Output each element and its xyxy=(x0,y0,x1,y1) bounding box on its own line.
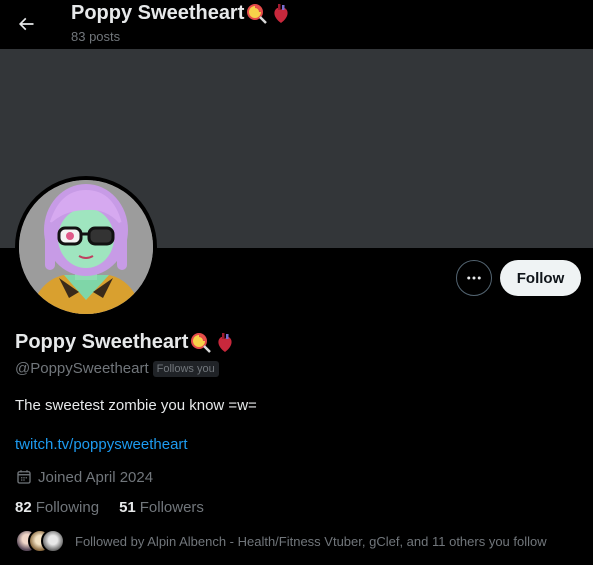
top-bar: Poppy Sweetheart 83 posts xyxy=(0,0,593,49)
followed-by-avatars xyxy=(15,529,65,553)
header-name: Poppy Sweetheart xyxy=(71,2,245,24)
more-horizontal-icon xyxy=(467,276,481,280)
following-count: 82 xyxy=(15,499,32,516)
following-label: Following xyxy=(35,499,100,516)
follows-you-badge: Follows you xyxy=(152,360,219,377)
avatar-illustration xyxy=(19,180,153,314)
follow-stats: 82 Following 51 Followers xyxy=(15,499,204,516)
back-button[interactable] xyxy=(10,8,42,40)
profile-avatar[interactable] xyxy=(15,176,157,318)
follow-button[interactable]: Follow xyxy=(500,260,581,296)
followers-count: 51 xyxy=(119,499,136,516)
join-date-text: Joined April 2024 xyxy=(38,468,154,486)
followed-by-text: Followed by Alpin Albench - Health/Fitne… xyxy=(75,533,547,549)
profile-link[interactable]: twitch.tv/poppysweetheart xyxy=(15,436,188,453)
display-name-text: Poppy Sweetheart xyxy=(15,331,189,353)
more-options-button[interactable] xyxy=(456,260,492,296)
header-title: Poppy Sweetheart xyxy=(71,2,292,25)
calendar-icon xyxy=(17,470,31,484)
user-handle: @PoppySweetheart xyxy=(15,360,149,377)
follower-avatar xyxy=(41,529,65,553)
anatomical-heart-emoji-icon xyxy=(218,332,232,352)
followers-label: Followers xyxy=(139,499,204,516)
followed-by-row[interactable]: Followed by Alpin Albench - Health/Fitne… xyxy=(15,529,547,553)
following-link[interactable]: 82 Following xyxy=(15,499,99,516)
join-date: Joined April 2024 xyxy=(15,468,153,486)
display-name: Poppy Sweetheart xyxy=(15,331,236,354)
avatar-image xyxy=(19,180,153,314)
lollipop-emoji-icon xyxy=(191,332,212,353)
post-count: 83 posts xyxy=(71,29,121,44)
lollipop-emoji-icon xyxy=(247,3,268,24)
profile-bio: The sweetest zombie you know =w= xyxy=(15,397,257,414)
arrow-left-icon xyxy=(18,17,34,31)
handle-row: @PoppySweetheart Follows you xyxy=(15,360,219,377)
followers-link[interactable]: 51 Followers xyxy=(119,499,204,516)
anatomical-heart-emoji-icon xyxy=(274,3,288,23)
